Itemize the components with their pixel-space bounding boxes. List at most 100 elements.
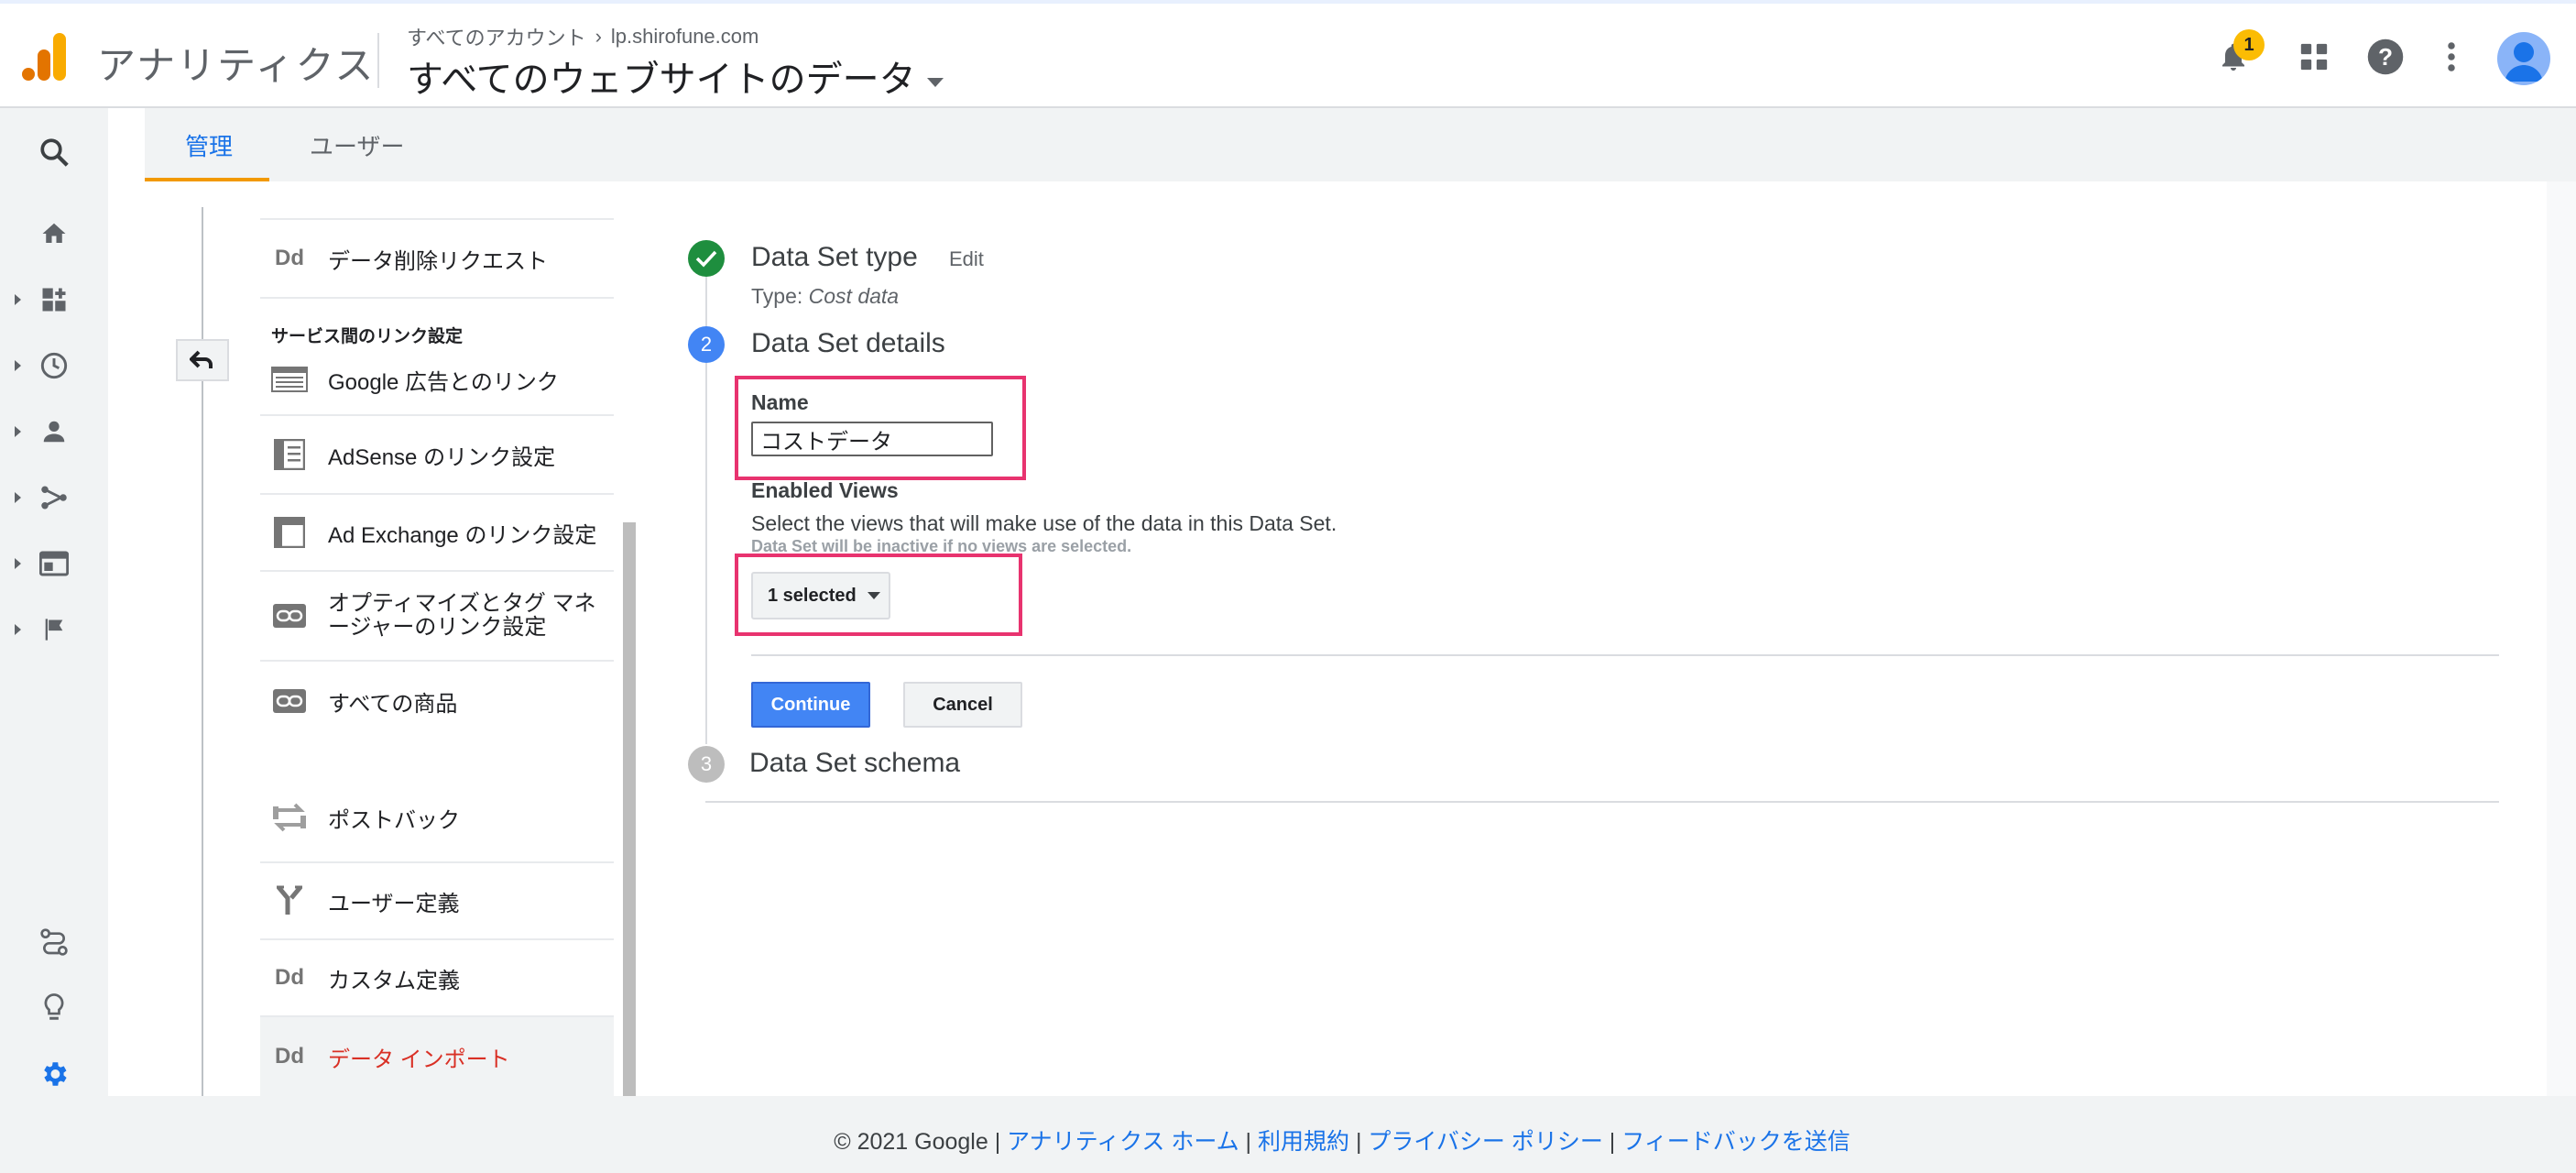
rail-audience[interactable] [0, 404, 108, 459]
rail-attribution[interactable] [0, 915, 108, 970]
gear-icon [44, 1062, 67, 1086]
rail-acquisition[interactable] [0, 470, 108, 525]
lightbulb-icon [44, 993, 64, 1020]
ad-exchange-icon [271, 514, 308, 551]
google-ads-icon [271, 361, 308, 398]
nav-item-label: Ad Exchange のリンク設定 [328, 522, 597, 548]
expand-arrow-icon [15, 492, 21, 503]
help-button[interactable]: ? [2363, 35, 2407, 79]
enabled-views-label: Enabled Views [751, 478, 899, 502]
rail-home[interactable] [0, 206, 108, 261]
expand-arrow-icon [15, 558, 21, 569]
nav-item-data-import[interactable]: Dd データ インポート [260, 1017, 614, 1096]
app-title: アナリティクス [97, 44, 376, 87]
views-selected-label: 1 selected [768, 585, 857, 606]
apps-grid-icon [2300, 43, 2328, 71]
expand-arrow-icon [15, 360, 21, 371]
rail-admin[interactable] [0, 1047, 108, 1102]
nav-item-all-products[interactable]: すべての商品 [260, 662, 614, 740]
footer-link-analytics-home[interactable]: アナリティクス ホーム [1007, 1129, 1239, 1155]
footer-link-feedback[interactable]: フィードバックを送信 [1621, 1129, 1850, 1155]
nav-item-custom-definitions[interactable]: Dd カスタム定義 [260, 940, 614, 1017]
nav-item-label: ユーザー定義 [328, 891, 460, 916]
step-connector [705, 363, 707, 744]
chevron-right-icon: › [595, 25, 602, 48]
breadcrumb[interactable]: すべてのアカウント › lp.shirofune.com [407, 22, 759, 51]
breadcrumb-property[interactable]: lp.shirofune.com [611, 25, 759, 49]
continue-button[interactable]: Continue [751, 682, 870, 728]
nav-item-google-ads[interactable]: Google 広告とのリンク [260, 345, 614, 416]
nav-item-ad-exchange[interactable]: Ad Exchange のリンク設定 [260, 495, 614, 572]
expand-arrow-icon [15, 624, 21, 635]
nav-section-title: サービス間のリンク設定 [271, 327, 464, 346]
step-connector [705, 277, 707, 326]
cancel-button[interactable]: Cancel [903, 682, 1022, 728]
expand-arrow-icon [15, 294, 21, 305]
type-prefix: Type: [751, 284, 803, 308]
view-selector[interactable]: すべてのウェブサイトのデータ [407, 49, 944, 103]
clock-icon [40, 352, 68, 379]
name-input[interactable] [751, 422, 993, 456]
nav-item-label-line2: ージャーのリンク設定 [328, 615, 547, 640]
rail-search[interactable] [0, 125, 108, 180]
nav-item-label: データ インポート [328, 1047, 510, 1072]
tab-users[interactable]: ユーザー [310, 108, 404, 181]
attribution-icon [40, 928, 68, 956]
rail-conversions[interactable] [0, 602, 108, 657]
rail-customization[interactable] [0, 272, 108, 327]
nav-item-optimize-tag-manager[interactable]: オプティマイズとタグ マネ ージャーのリンク設定 [260, 572, 614, 662]
left-rail [0, 108, 108, 1173]
nav-item-user-definitions[interactable]: ユーザー定義 [260, 863, 614, 940]
nav-item-postback[interactable]: ポストバック [260, 773, 614, 863]
footer-link-privacy[interactable]: プライバシー ポリシー [1368, 1129, 1602, 1155]
more-options-button[interactable] [2429, 35, 2473, 79]
svg-text:?: ? [2378, 43, 2393, 71]
step3-divider [705, 801, 2499, 803]
apps-button[interactable] [2292, 35, 2336, 79]
nav-item-label: Google 広告とのリンク [328, 369, 559, 395]
back-button[interactable] [176, 339, 229, 381]
nav-item-label: データ削除リクエスト [328, 248, 548, 274]
step1-edit-link[interactable]: Edit [949, 247, 984, 271]
search-icon [40, 138, 69, 167]
rail-behavior[interactable] [0, 536, 108, 591]
tab-admin[interactable]: 管理 [185, 108, 233, 181]
nav-item-label: ポストバック [328, 807, 460, 833]
rail-discover[interactable] [0, 981, 108, 1036]
view-name: すべてのウェブサイトのデータ [407, 60, 916, 100]
link-icon [271, 683, 308, 719]
nav-item-label: オプティマイズとタグ マネ ージャーのリンク設定 [328, 592, 596, 640]
home-icon [42, 223, 66, 243]
rail-realtime[interactable] [0, 338, 108, 393]
account-avatar[interactable] [2497, 32, 2550, 85]
dashboard-add-icon [42, 288, 66, 312]
nav-scrollbar[interactable] [623, 522, 636, 1096]
footer-sep: | [1602, 1129, 1622, 1155]
dd-icon: Dd [275, 965, 304, 990]
analytics-logo-icon[interactable] [20, 31, 68, 82]
title-divider [377, 33, 379, 88]
nav-item-adsense[interactable]: AdSense のリンク設定 [260, 416, 614, 495]
fork-icon [271, 882, 308, 919]
right-gutter [2547, 181, 2576, 1096]
link-icon [271, 597, 308, 634]
postback-icon [271, 799, 308, 836]
form-divider [751, 654, 2499, 656]
nav-item-data-deletion[interactable]: Dd データ削除リクエスト [260, 220, 614, 299]
flag-icon [45, 619, 63, 641]
notifications-button[interactable]: 1 [2211, 29, 2265, 79]
step-complete-check-icon [688, 240, 725, 277]
admin-tabs: 管理 ユーザー [145, 108, 2576, 181]
enabled-views-help: Select the views that will make use of t… [751, 511, 1337, 535]
step3-title: Data Set schema [749, 748, 961, 778]
footer-sep: | [1239, 1129, 1258, 1155]
footer-copyright: © 2021 Google [834, 1129, 988, 1155]
views-dropdown[interactable]: 1 selected [751, 572, 890, 619]
footer-text: © 2021 Google | アナリティクス ホーム | 利用規約 | プライ… [0, 1124, 2576, 1157]
footer-link-terms[interactable]: 利用規約 [1258, 1129, 1349, 1155]
breadcrumb-account[interactable]: すべてのアカウント [407, 22, 586, 51]
step2-number: 2 [688, 326, 725, 363]
adsense-icon [271, 436, 308, 473]
top-app-bar: アナリティクス すべてのアカウント › lp.shirofune.com すべて… [0, 0, 2576, 108]
dd-icon: Dd [275, 246, 304, 270]
